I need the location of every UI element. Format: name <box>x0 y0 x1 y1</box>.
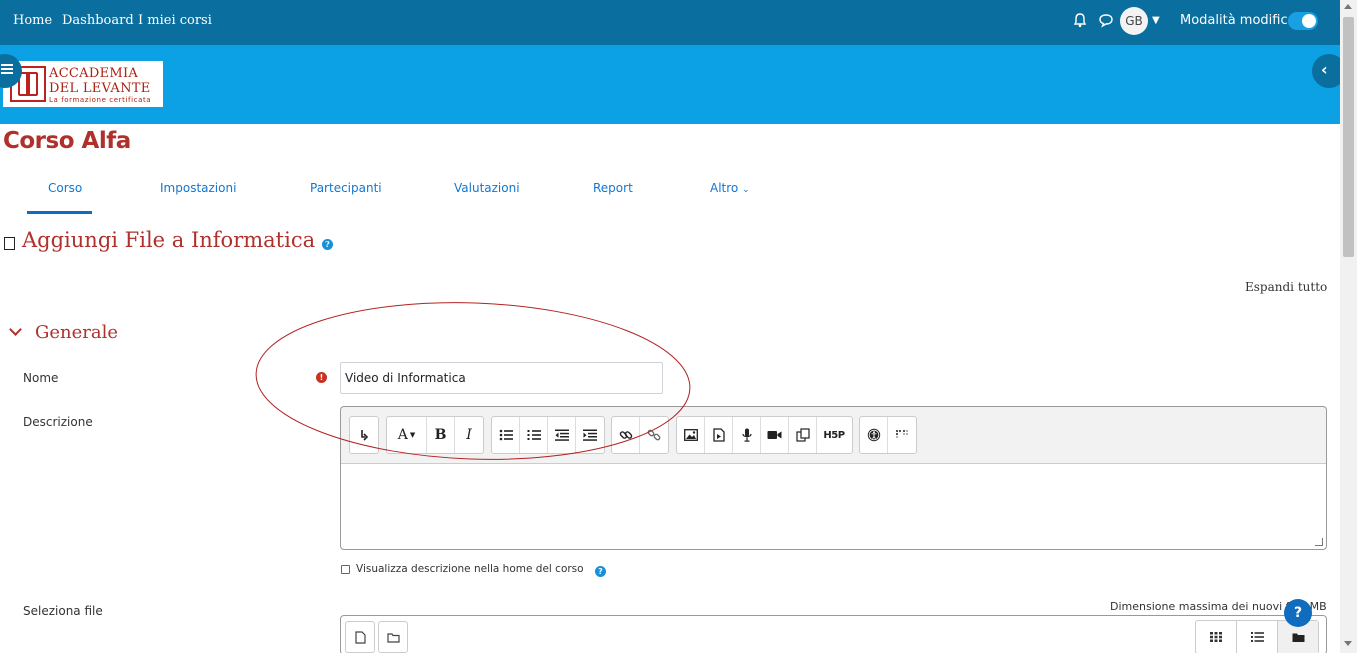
add-file-icon[interactable] <box>345 621 375 653</box>
tab-more-label: Altro <box>710 181 739 195</box>
toolbar-group-accessibility <box>859 416 917 454</box>
h5p-icon[interactable]: H5P <box>817 417 851 453</box>
logo-line2: DEL LEVANTE <box>49 81 151 96</box>
page-heading-text: Aggiungi File a Informatica <box>22 228 316 252</box>
image-icon[interactable] <box>677 417 705 453</box>
section-title[interactable]: Generale <box>35 322 118 343</box>
tab-participants[interactable]: Partecipanti <box>310 181 382 195</box>
expand-all-link[interactable]: Espandi tutto <box>1245 280 1327 294</box>
link-icon[interactable] <box>612 417 640 453</box>
file-icon <box>4 237 15 250</box>
chat-icon[interactable] <box>1098 12 1114 28</box>
description-label: Descrizione <box>23 415 93 429</box>
edit-mode-label: Modalità modifica <box>1180 13 1296 28</box>
tab-grades[interactable]: Valutazioni <box>454 181 520 195</box>
bold-icon[interactable]: B <box>427 417 455 453</box>
course-title: Corso Alfa <box>3 128 131 154</box>
academy-logo[interactable]: ACCADEMIA DEL LEVANTE La formazione cert… <box>3 61 163 107</box>
nav-home-link[interactable]: Home <box>13 13 52 28</box>
description-editor: A ▼ B I H5P <box>340 406 1327 550</box>
help-icon[interactable]: ? <box>594 566 606 577</box>
create-folder-icon[interactable] <box>378 621 408 653</box>
microphone-icon[interactable] <box>733 417 761 453</box>
toolbar-group-format: A ▼ B I <box>386 416 484 454</box>
description-textarea[interactable] <box>341 463 1326 549</box>
bell-icon[interactable] <box>1072 12 1088 28</box>
name-label: Nome <box>23 371 59 385</box>
user-avatar[interactable]: GB <box>1120 7 1148 35</box>
help-button[interactable]: ? <box>1284 599 1312 627</box>
nav-dashboard-link[interactable]: Dashboard <box>62 13 134 28</box>
toolbar-group-collapse <box>349 416 379 454</box>
tab-settings[interactable]: Impostazioni <box>160 181 236 195</box>
accessibility-checker-icon[interactable] <box>860 417 888 453</box>
chevron-down-icon: ⌄ <box>742 185 750 195</box>
logo-line1: ACCADEMIA <box>49 66 139 81</box>
tab-course[interactable]: Corso <box>48 181 82 195</box>
help-icon[interactable]: ? <box>321 239 333 250</box>
show-description-checkbox[interactable] <box>341 565 350 574</box>
logo-tagline: La formazione certificata <box>49 96 152 104</box>
tab-more[interactable]: Altro ⌄ <box>710 181 750 195</box>
select-files-label: Seleziona file <box>23 604 103 618</box>
resize-handle-icon[interactable] <box>1315 538 1323 546</box>
list-icon <box>1 64 13 66</box>
nav-my-courses-link[interactable]: I miei corsi <box>138 13 212 28</box>
toolbar-group-media: H5P <box>676 416 853 454</box>
screen-reader-helper-icon[interactable] <box>888 417 916 453</box>
chevron-down-icon[interactable]: ▼ <box>1152 15 1160 26</box>
bullet-list-icon[interactable] <box>492 417 520 453</box>
indent-icon[interactable] <box>576 417 604 453</box>
language-label: ITALIANO (IT) <box>1226 123 1306 137</box>
language-selector[interactable]: ITALIANO (IT) ⌄ <box>1226 123 1319 137</box>
chevron-left-icon: ‹ <box>1321 60 1328 79</box>
toolbar-group-lists <box>491 416 605 454</box>
header-banner: ACCADEMIA DEL LEVANTE La formazione cert… <box>0 45 1340 137</box>
required-icon: ! <box>316 372 327 383</box>
media-icon[interactable] <box>705 417 733 453</box>
toolbar-toggle-icon[interactable] <box>350 417 378 453</box>
show-description-text: Visualizza descrizione nella home del co… <box>356 563 584 575</box>
scroll-down-arrow[interactable] <box>1344 641 1352 646</box>
outdent-icon[interactable] <box>548 417 576 453</box>
file-manager <box>340 615 1327 653</box>
page-scrollbar[interactable] <box>1340 0 1357 653</box>
active-tab-indicator <box>27 211 92 214</box>
page-heading: Aggiungi File a Informatica ? <box>22 228 333 252</box>
edit-mode-toggle[interactable] <box>1288 12 1318 30</box>
show-description-label: Visualizza descrizione nella home del co… <box>356 563 606 577</box>
toggle-knob <box>1302 14 1316 28</box>
numbered-list-icon[interactable] <box>520 417 548 453</box>
toolbar-group-links <box>611 416 669 454</box>
unlink-icon[interactable] <box>640 417 668 453</box>
manage-files-icon[interactable] <box>789 417 817 453</box>
paragraph-style-icon[interactable]: A ▼ <box>387 417 427 453</box>
italic-icon[interactable]: I <box>455 417 483 453</box>
scroll-up-arrow[interactable] <box>1344 4 1352 9</box>
name-input[interactable] <box>340 362 663 394</box>
grid-view-icon[interactable] <box>1196 621 1237 653</box>
chevron-down-icon[interactable] <box>9 323 22 336</box>
video-camera-icon[interactable] <box>761 417 789 453</box>
list-view-icon[interactable] <box>1237 621 1278 653</box>
top-navbar: Home Dashboard I miei corsi GB ▼ Modalit… <box>0 0 1340 45</box>
tab-reports[interactable]: Report <box>593 181 633 195</box>
scroll-thumb[interactable] <box>1343 17 1354 257</box>
